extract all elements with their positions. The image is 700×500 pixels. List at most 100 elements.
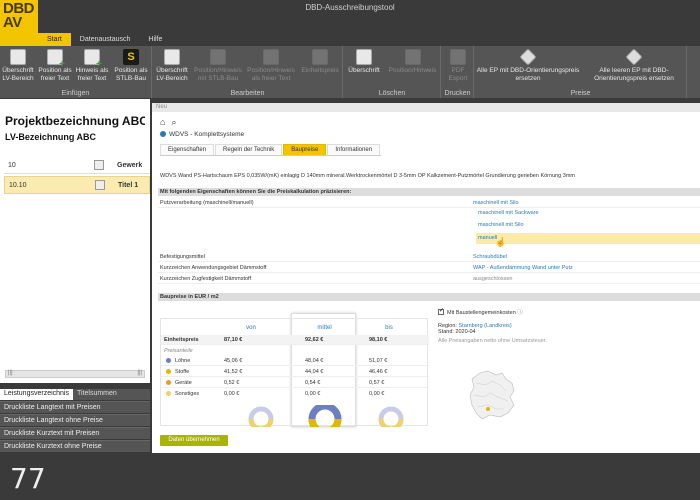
ribbon: Überschrift LV-Bereich Position als frei…: [0, 46, 700, 98]
price-tag-icon: [519, 48, 537, 66]
edit-document-icon: [164, 49, 180, 65]
delete-position-icon: [404, 49, 421, 65]
lv-row-selected[interactable]: 10.10 Titel 1: [4, 176, 150, 194]
breakdown-von: 41,52 €: [224, 369, 243, 375]
property-row: Befestigungsmittel Schraubdübel: [158, 252, 700, 262]
property-value-dropdown[interactable]: WAP - Außendämmung Wand unter Putz: [473, 265, 573, 271]
insert-position-text-button[interactable]: Position als freier Text: [37, 49, 73, 82]
info-icon[interactable]: ⓘ: [517, 310, 523, 316]
breakdown-von: 0,00 €: [224, 391, 240, 397]
legend-dot-icon: [166, 380, 171, 385]
replace-empty-ep-button[interactable]: Alle leeren EP mit DBD-Orientierungsprei…: [581, 48, 687, 82]
left-tabs: Leistungsverzeichnis Titelsummen: [0, 389, 150, 400]
section-header-prices: Baupreise in EUR / m2: [158, 293, 700, 301]
table-row: Einheitspreis 87,10 € 92,62 € 98,10 €: [161, 335, 429, 345]
app-logo: DBD AV: [0, 0, 38, 46]
group-label-loeschen: Löschen: [378, 90, 406, 97]
legend-dot-icon: [166, 358, 171, 363]
apply-data-button[interactable]: Daten übernehmen: [160, 435, 228, 446]
donut-von: [248, 406, 274, 427]
print-long-with-prices-button[interactable]: Druckliste Langtext mit Preisen: [0, 401, 150, 413]
table-row: Löhne 45,06 € 48,04 € 51,07 €: [161, 356, 429, 366]
logo-text-av: AV: [3, 14, 22, 31]
checkbox[interactable]: [438, 307, 444, 315]
tab-regeln-der-technik[interactable]: Regeln der Technik: [215, 144, 283, 155]
table-row: Sonstiges 0,00 € 0,00 € 0,00 €: [161, 389, 429, 399]
legend-dot-icon: [166, 391, 171, 396]
scroll-right-grip: |||: [137, 370, 142, 376]
delete-position-button[interactable]: Position/Hinweis: [385, 49, 440, 75]
insert-note-text-button[interactable]: Hinweis als freier Text: [74, 49, 110, 82]
tab-titelsummen[interactable]: Titelsummen: [73, 389, 121, 400]
replace-empty-ep-label: Alle leeren EP mit DBD-Orientierungsprei…: [594, 67, 674, 82]
price-tag-icon: [625, 48, 643, 66]
unit-price-mittel: 92,62 €: [305, 337, 324, 343]
breakdown-mittel: 0,54 €: [305, 380, 321, 386]
insert-heading-button[interactable]: Überschrift LV-Bereich: [0, 49, 36, 82]
ribbon-tab-datenaustausch[interactable]: Datenaustausch: [71, 33, 140, 46]
project-title: Projektbezeichnung ABC: [5, 114, 145, 128]
breakdown-label: Löhne: [175, 358, 191, 364]
breakdown-label: Stoffe: [175, 369, 190, 375]
site-costs-checkbox-row[interactable]: Mit Baustellengemeinkosten ⓘ: [438, 307, 638, 316]
edit-position-text-button[interactable]: Position/Hinweis als freier Text: [245, 49, 297, 82]
option-silo[interactable]: maschinell mit Silo: [478, 222, 524, 228]
unit-price-von: 87,10 €: [224, 337, 243, 343]
delete-heading-button[interactable]: Überschrift: [344, 49, 384, 75]
group-label-preise: Preise: [570, 90, 591, 97]
property-value-dropdown[interactable]: Schraubdübel: [473, 254, 507, 260]
ribbon-group-drucken: PDF Export Drucken: [442, 46, 474, 98]
edit-text-icon: [263, 49, 279, 65]
toolbar: ⌂ ⌕: [160, 117, 176, 128]
tab-eigenschaften[interactable]: Eigenschaften: [160, 144, 215, 155]
hand-cursor-icon: ☝: [495, 237, 507, 247]
bavaria-map-icon: [469, 370, 515, 420]
breadcrumb[interactable]: WDVS - Komplettsysteme: [160, 131, 244, 138]
edit-position-stlb-button[interactable]: Position/Hinweis mit STLB-Bau: [192, 49, 244, 82]
edit-unit-price-button[interactable]: Einheitspreis: [298, 49, 342, 75]
search-icon[interactable]: ⌕: [171, 117, 176, 128]
edit-heading-button[interactable]: Überschrift LV-Bereich: [153, 49, 191, 82]
region-area: Mit Baustellengemeinkosten ⓘ Region: Sta…: [438, 307, 638, 344]
price-icon: [312, 49, 328, 65]
table-row: Geräte 0,52 € 0,54 € 0,57 €: [161, 378, 429, 388]
breakdown-mittel: 44,04 €: [305, 369, 324, 375]
breakdown-von: 45,06 €: [224, 358, 243, 364]
insert-note-text-label: Hinweis als freier Text: [75, 67, 109, 82]
tab-informationen[interactable]: Informationen: [327, 144, 381, 155]
print-short-without-prices-button[interactable]: Druckliste Kurztext ohne Preise: [0, 440, 150, 452]
page-number: 77: [10, 462, 46, 495]
group-label-einfuegen: Einfügen: [61, 90, 90, 97]
edit-position-stlb-label: Position/Hinweis mit STLB-Bau: [194, 67, 242, 82]
pdf-export-button[interactable]: PDF Export: [442, 49, 474, 82]
ribbon-tab-start[interactable]: Start: [38, 33, 71, 46]
unit-price-label: Einheitspreis: [164, 337, 199, 343]
property-label: Kurzzeichen Anwendungsgebiet Dämmstoff: [160, 265, 267, 271]
tab-baupreise[interactable]: Baupreise: [283, 144, 327, 155]
home-icon[interactable]: ⌂: [160, 117, 165, 128]
ribbon-group-preise: Alle EP mit DBD-Orientierungspreis erset…: [475, 46, 687, 98]
breadcrumb-label: WDVS - Komplettsysteme: [169, 131, 245, 138]
replace-all-ep-button[interactable]: Alle EP mit DBD-Orientierungspreis erset…: [475, 48, 581, 82]
print-long-without-prices-button[interactable]: Druckliste Langtext ohne Preise: [0, 414, 150, 426]
replace-all-ep-label: Alle EP mit DBD-Orientierungspreis erset…: [476, 67, 580, 82]
option-sackware[interactable]: maschinell mit Sackware: [478, 210, 539, 216]
property-value-dropdown[interactable]: maschinell mit Silo: [473, 200, 519, 206]
print-short-with-prices-button[interactable]: Druckliste Kurztext mit Preisen: [0, 427, 150, 439]
add-document-icon: [47, 49, 65, 68]
main-header: Neu: [152, 103, 700, 112]
option-highlight: [476, 233, 700, 244]
horizontal-scrollbar[interactable]: ||| |||: [5, 370, 145, 378]
pdf-export-label: PDF Export: [448, 67, 468, 82]
lv-row[interactable]: 10 Gewerk: [4, 157, 150, 174]
property-label: Befestigungsmittel: [160, 254, 205, 260]
grid-icon: [95, 180, 105, 190]
ribbon-group-loeschen: Überschrift Position/Hinweis Löschen: [344, 46, 441, 98]
breakdown-bis: 46,46 €: [369, 369, 388, 375]
ribbon-tab-hilfe[interactable]: Hilfe: [139, 33, 171, 46]
position-description: WDVS Wand PS-Hartschaum EPS 0,035W/(mK) …: [160, 173, 575, 179]
pdf-icon: [450, 49, 466, 65]
tab-leistungsverzeichnis[interactable]: Leistungsverzeichnis: [0, 389, 73, 400]
donut-bis: [378, 406, 404, 427]
insert-position-stlb-button[interactable]: S Position als STLB-Bau: [111, 49, 151, 82]
